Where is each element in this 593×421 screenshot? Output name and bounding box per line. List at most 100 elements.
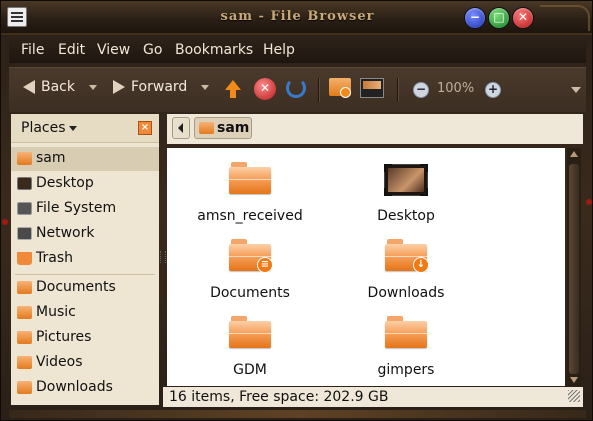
home-folder-icon xyxy=(199,122,214,134)
sidebar-item-network[interactable]: Network xyxy=(11,222,159,246)
sidebar-item-desktop[interactable]: Desktop xyxy=(11,172,159,196)
path-bar: sam xyxy=(167,114,583,144)
sidebar-item-documents[interactable]: Documents xyxy=(11,276,159,300)
home-icon[interactable] xyxy=(329,78,351,98)
breadcrumb-label: sam xyxy=(217,120,250,136)
file-item-label: Documents xyxy=(210,285,290,301)
sidebar-item-label: Music xyxy=(36,304,76,320)
sidebar-item-music[interactable]: Music xyxy=(11,301,159,325)
forward-arrow-icon xyxy=(113,80,125,94)
menu-bar: File Edit View Go Bookmarks Help xyxy=(9,37,586,63)
folder-icon xyxy=(229,316,271,348)
sidebar-item-label: Trash xyxy=(36,250,73,266)
maximize-button[interactable]: □ xyxy=(488,7,510,29)
back-button[interactable]: Back xyxy=(23,79,97,95)
frame-ornament xyxy=(586,199,592,205)
folder-icon xyxy=(17,356,32,369)
stop-icon[interactable]: ✕ xyxy=(254,78,276,100)
sidebar-item-label: sam xyxy=(36,150,66,166)
sidebar-item-downloads[interactable]: Downloads xyxy=(11,376,159,400)
frame-ornament xyxy=(9,410,586,418)
desktop-icon xyxy=(384,164,428,196)
menu-go[interactable]: Go xyxy=(143,42,162,58)
zoom-in-icon[interactable]: + xyxy=(485,82,501,98)
file-item[interactable]: amsn_received xyxy=(190,152,310,224)
computer-icon[interactable] xyxy=(360,78,384,98)
file-item[interactable]: Desktop xyxy=(346,152,466,224)
menu-bookmarks[interactable]: Bookmarks xyxy=(175,42,253,58)
sidebar: Places × sam Desktop File System Network… xyxy=(11,114,159,405)
toolbar-overflow-icon[interactable] xyxy=(571,87,581,93)
back-arrow-icon xyxy=(23,80,35,94)
file-view[interactable]: amsn_received Desktop ≡ Documents ↓ Down… xyxy=(167,148,565,386)
status-text: 16 items, Free space: 202.9 GB xyxy=(169,389,389,405)
breadcrumb-sam[interactable]: sam xyxy=(194,117,252,139)
folder-icon xyxy=(17,281,32,294)
scroll-up-icon[interactable] xyxy=(570,151,578,157)
forward-button[interactable]: Forward xyxy=(113,79,210,95)
sidebar-item-label: Videos xyxy=(36,354,83,370)
back-label: Back xyxy=(41,79,75,95)
folder-icon xyxy=(229,162,271,194)
frame-ornament xyxy=(2,219,8,225)
sidebar-item-label: Desktop xyxy=(36,175,94,191)
resize-grip-icon[interactable] xyxy=(568,390,580,402)
file-item-label: GDM xyxy=(233,362,267,378)
sidebar-item-videos[interactable]: Videos xyxy=(11,351,159,375)
reload-icon[interactable] xyxy=(286,78,306,98)
forward-history-dropdown-icon[interactable] xyxy=(201,84,210,90)
sidebar-item-label: Network xyxy=(36,225,95,241)
zoom-out-icon[interactable]: − xyxy=(413,82,429,98)
scrollbar-thumb[interactable] xyxy=(569,164,579,374)
up-icon-stem[interactable] xyxy=(230,90,236,98)
trash-icon xyxy=(17,252,32,265)
documents-folder-icon: ≡ xyxy=(229,239,273,273)
folder-icon xyxy=(17,381,32,394)
folder-icon xyxy=(17,306,32,319)
scroll-down-icon[interactable] xyxy=(570,377,578,383)
places-dropdown[interactable]: Places xyxy=(21,120,77,136)
title-bar[interactable]: sam - File Browser − □ ✕ xyxy=(1,1,592,35)
sidebar-item-trash[interactable]: Trash xyxy=(11,247,159,271)
pane-resize-handle[interactable] xyxy=(160,251,166,263)
chevron-down-icon xyxy=(68,125,77,131)
desktop-icon xyxy=(17,177,32,190)
vertical-scrollbar[interactable] xyxy=(567,148,581,386)
sidebar-item-label: Documents xyxy=(36,279,116,295)
frame-ornament xyxy=(540,5,590,31)
sidebar-item-file-system[interactable]: File System xyxy=(11,197,159,221)
sidebar-header: Places × xyxy=(11,114,159,143)
file-item[interactable]: gimpers xyxy=(346,306,466,378)
close-button[interactable]: ✕ xyxy=(512,7,534,29)
zoom-level[interactable]: 100% xyxy=(437,81,474,96)
menu-file[interactable]: File xyxy=(21,42,44,58)
up-icon[interactable] xyxy=(225,80,241,90)
file-item[interactable]: GDM xyxy=(190,306,310,378)
places-label: Places xyxy=(21,120,66,136)
drive-icon xyxy=(17,202,32,215)
sidebar-item-sam[interactable]: sam xyxy=(11,147,159,171)
sidebar-item-label: File System xyxy=(36,200,117,216)
path-scroll-left-button[interactable] xyxy=(172,117,190,139)
file-item-label: gimpers xyxy=(377,362,435,378)
back-history-dropdown-icon[interactable] xyxy=(89,84,97,90)
downloads-folder-icon: ↓ xyxy=(385,239,429,273)
forward-label: Forward xyxy=(131,79,188,95)
minimize-button[interactable]: − xyxy=(464,7,486,29)
network-icon xyxy=(17,227,32,240)
close-sidebar-icon[interactable]: × xyxy=(138,121,152,135)
toolbar-separator xyxy=(318,78,320,102)
menu-help[interactable]: Help xyxy=(263,42,295,58)
menu-edit[interactable]: Edit xyxy=(58,42,85,58)
folder-icon xyxy=(385,316,427,348)
sidebar-item-label: Downloads xyxy=(36,379,113,395)
file-item[interactable]: ≡ Documents xyxy=(190,229,310,301)
menu-view[interactable]: View xyxy=(97,42,130,58)
sidebar-divider xyxy=(15,274,155,275)
toolbar: Back Forward ✕ − 100% + xyxy=(9,67,586,112)
home-folder-icon xyxy=(17,152,32,165)
status-bar: 16 items, Free space: 202.9 GB xyxy=(163,387,583,407)
file-item[interactable]: ↓ Downloads xyxy=(346,229,466,301)
file-browser-window: sam - File Browser − □ ✕ File Edit View … xyxy=(0,0,593,421)
sidebar-item-pictures[interactable]: Pictures xyxy=(11,326,159,350)
